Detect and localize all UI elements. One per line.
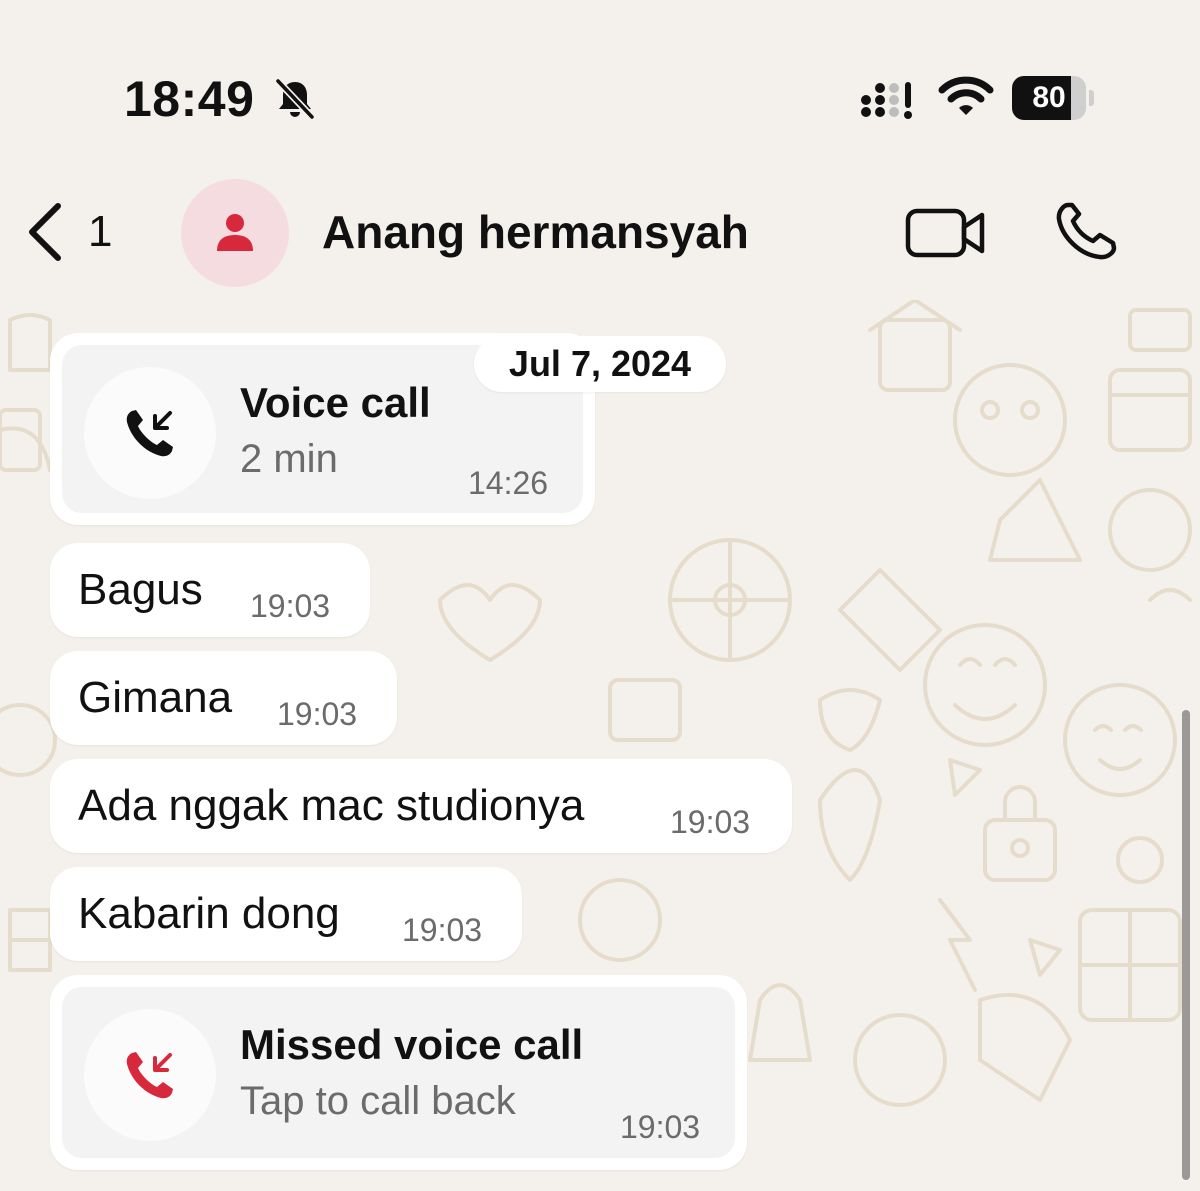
message-time: 19:03 bbox=[277, 696, 358, 732]
wifi-icon bbox=[938, 76, 994, 115]
message-time: 19:03 bbox=[670, 804, 751, 840]
call-title: Voice call bbox=[240, 379, 431, 426]
call-title: Missed voice call bbox=[240, 1021, 584, 1068]
back-button[interactable]: 1 bbox=[22, 197, 112, 267]
call-duration: 2 min bbox=[240, 437, 338, 481]
avatar[interactable] bbox=[181, 179, 289, 287]
date-separator: Jul 7, 2024 bbox=[474, 336, 726, 392]
message-bubble[interactable]: Kabarin dong 19:03 bbox=[50, 867, 522, 961]
message-time: 19:03 bbox=[402, 912, 483, 948]
missed-call-bubble[interactable]: Missed voice call Tap to call back 19:03 bbox=[50, 975, 747, 1170]
message-text: Kabarin dong bbox=[78, 889, 340, 938]
battery-icon: 80 bbox=[1012, 76, 1094, 120]
incoming-call-icon bbox=[126, 410, 173, 457]
message-bubble[interactable]: Ada nggak mac studionya 19:03 bbox=[50, 759, 792, 853]
person-icon bbox=[217, 214, 253, 251]
cellular-signal-icon bbox=[861, 82, 912, 119]
message-time: 14:26 bbox=[468, 465, 549, 501]
call-icon-container bbox=[84, 1009, 216, 1141]
chat-header: 1 Anang hermansyah bbox=[0, 165, 1200, 305]
phone-icon[interactable] bbox=[1050, 199, 1122, 265]
call-icon-container bbox=[84, 367, 216, 499]
message-text: Gimana bbox=[78, 673, 233, 722]
status-time: 18:49 bbox=[124, 71, 255, 127]
battery-level: 80 bbox=[1032, 81, 1066, 114]
message-bubble[interactable]: Gimana 19:03 bbox=[50, 651, 397, 745]
missed-call-icon bbox=[126, 1052, 173, 1099]
chat-area[interactable]: Voice call 2 min 14:26 Jul 7, 2024 Bagus… bbox=[0, 300, 1200, 1191]
message-time: 19:03 bbox=[250, 588, 331, 624]
scrollbar[interactable] bbox=[1182, 710, 1190, 1180]
bell-slash-icon bbox=[275, 78, 315, 120]
message-time: 19:03 bbox=[620, 1109, 701, 1145]
chevron-left-icon bbox=[29, 203, 61, 261]
contact-name[interactable]: Anang hermansyah bbox=[322, 205, 749, 259]
message-text: Ada nggak mac studionya bbox=[78, 781, 585, 830]
message-text: Bagus bbox=[78, 565, 203, 614]
call-back-prompt[interactable]: Tap to call back bbox=[240, 1079, 516, 1124]
unread-count: 1 bbox=[88, 207, 113, 256]
status-bar: 18:49 80 bbox=[0, 0, 1200, 150]
message-bubble[interactable]: Bagus 19:03 bbox=[50, 543, 370, 637]
video-camera-icon[interactable] bbox=[900, 203, 990, 263]
